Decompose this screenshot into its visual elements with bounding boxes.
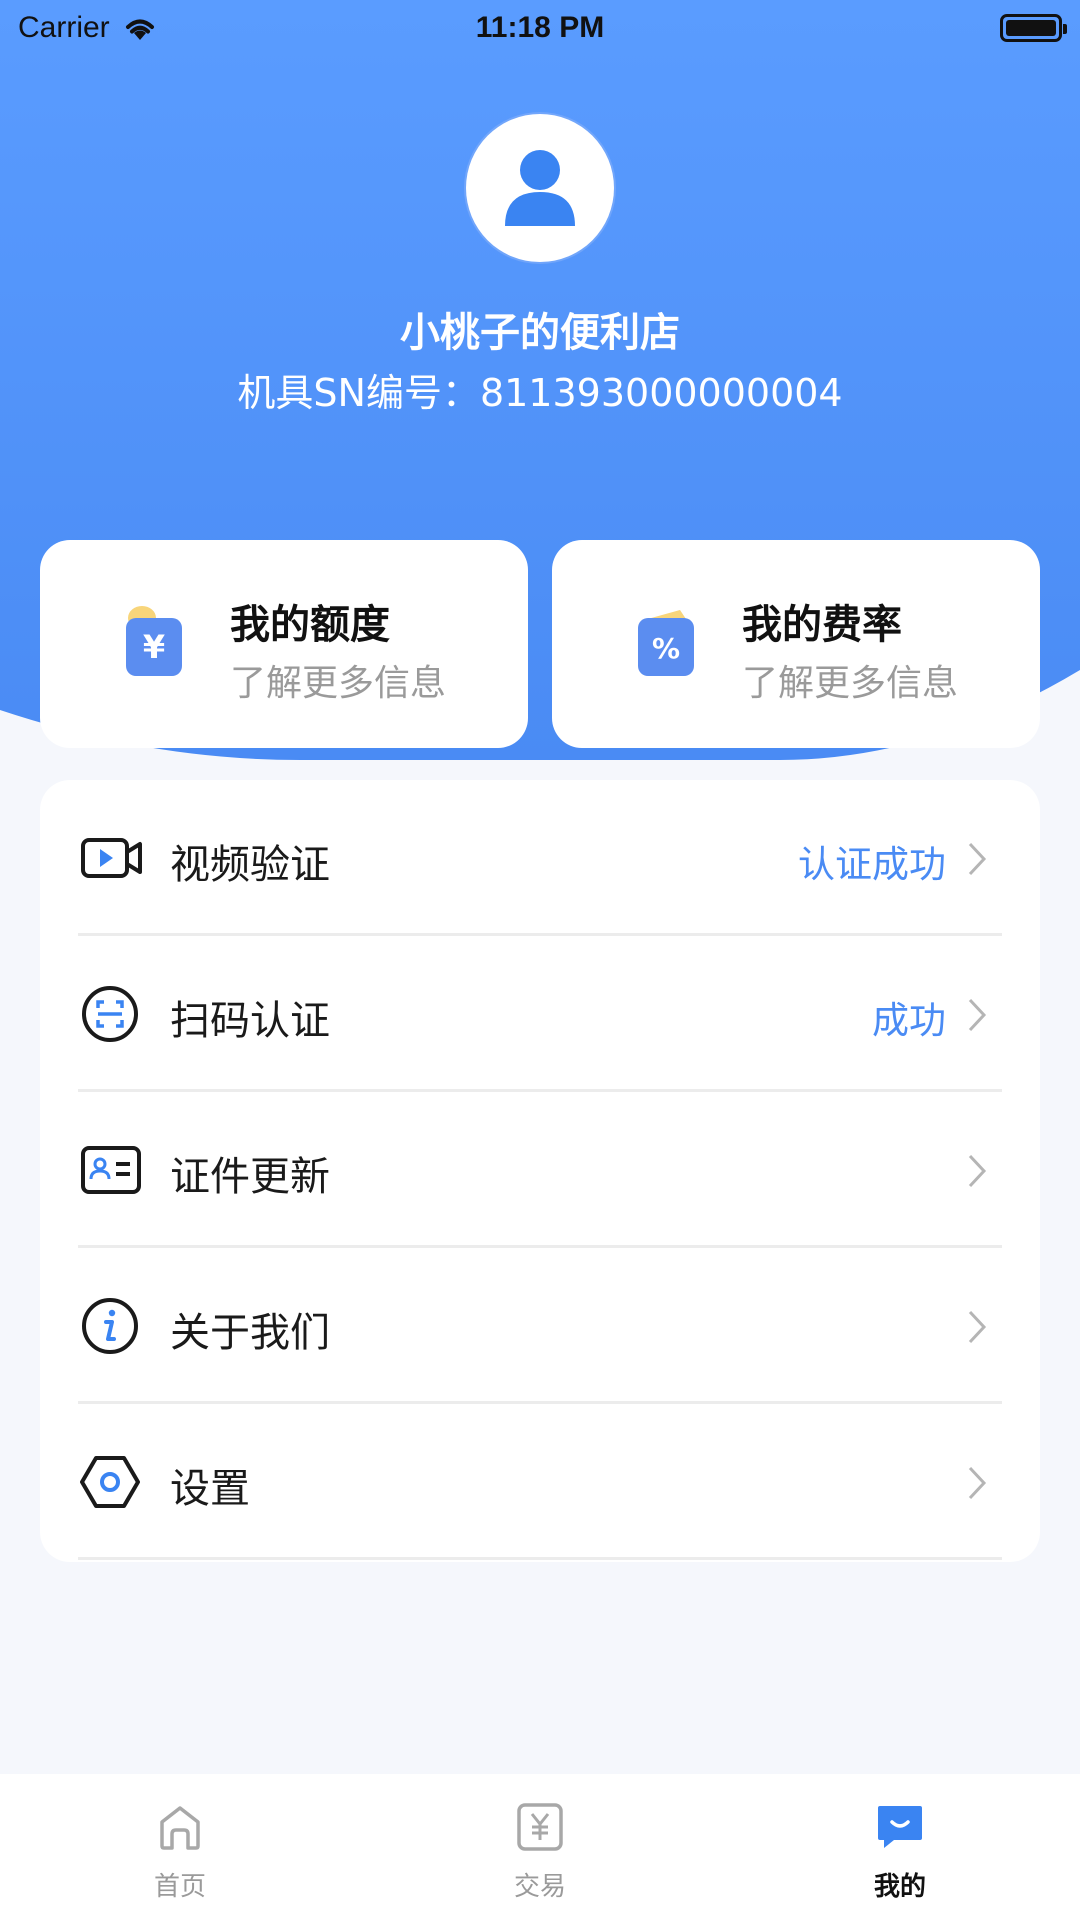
card-subtitle: 了解更多信息 bbox=[230, 663, 447, 704]
yuan-wallet-icon: ¥ bbox=[126, 606, 182, 676]
percent-wallet-icon: % bbox=[638, 610, 694, 676]
sn-label: 机具SN编号： bbox=[237, 371, 480, 415]
svg-text:%: % bbox=[652, 632, 680, 665]
tab-label: 首页 bbox=[153, 1872, 206, 1902]
rate-card[interactable]: % 我的费率 了解更多信息 bbox=[552, 540, 1040, 748]
video-icon bbox=[81, 838, 142, 878]
card-subtitle: 了解更多信息 bbox=[742, 663, 959, 704]
wifi-icon bbox=[125, 19, 154, 40]
tab-bar: 首页 交易 我的 bbox=[0, 1774, 1080, 1920]
yuan-icon bbox=[517, 1803, 563, 1851]
tab-mine[interactable]: 我的 bbox=[800, 1774, 1000, 1920]
clock: 11:18 PM bbox=[475, 11, 605, 44]
menu-item-id-update[interactable]: 证件更新 bbox=[40, 1092, 1040, 1248]
avatar[interactable] bbox=[466, 114, 614, 262]
carrier-label: Carrier bbox=[18, 11, 110, 44]
store-name: 小桃子的便利店 bbox=[400, 310, 680, 356]
card-title: 我的费率 bbox=[742, 602, 902, 648]
menu-list: 视频验证 认证成功 扫码认证 成功 证件更新 关于我们 设置 bbox=[40, 780, 1040, 1562]
menu-label: 证件更新 bbox=[170, 1154, 330, 1200]
tab-label: 我的 bbox=[873, 1872, 926, 1902]
menu-label: 关于我们 bbox=[170, 1310, 330, 1356]
status-text: 成功 bbox=[872, 999, 946, 1042]
tab-home[interactable]: 首页 bbox=[80, 1774, 280, 1920]
quota-card[interactable]: ¥ 我的额度 了解更多信息 bbox=[40, 540, 528, 748]
menu-item-video-verify[interactable]: 视频验证 认证成功 bbox=[40, 780, 1040, 936]
menu-label: 设置 bbox=[170, 1466, 250, 1512]
battery-icon bbox=[1000, 14, 1067, 42]
tab-label: 交易 bbox=[513, 1872, 566, 1902]
device-sn: 机具SN编号：811393000000004 bbox=[0, 362, 1080, 417]
divider bbox=[78, 1557, 1002, 1560]
scan-icon bbox=[82, 986, 138, 1042]
chevron-right-icon bbox=[968, 1154, 987, 1188]
menu-item-about-us[interactable]: 关于我们 bbox=[40, 1248, 1040, 1404]
chevron-right-icon bbox=[968, 998, 987, 1032]
home-icon bbox=[160, 1806, 200, 1850]
status-text: 认证成功 bbox=[798, 843, 946, 886]
chevron-right-icon bbox=[968, 1310, 987, 1344]
tab-transactions[interactable]: 交易 bbox=[440, 1774, 640, 1920]
card-title: 我的额度 bbox=[230, 602, 390, 648]
sn-value: 811393000000004 bbox=[479, 371, 843, 415]
settings-icon bbox=[80, 1456, 140, 1508]
status-bar: Carrier 11:18 PM bbox=[0, 0, 1080, 56]
menu-label: 扫码认证 bbox=[170, 998, 330, 1044]
info-icon bbox=[82, 1298, 138, 1354]
chevron-right-icon bbox=[968, 1466, 987, 1500]
menu-label: 视频验证 bbox=[170, 842, 330, 888]
chevron-right-icon bbox=[968, 842, 987, 876]
profile-chat-icon bbox=[878, 1806, 922, 1848]
user-icon bbox=[505, 150, 575, 226]
menu-item-scan-verify[interactable]: 扫码认证 成功 bbox=[40, 936, 1040, 1092]
menu-item-settings[interactable]: 设置 bbox=[40, 1404, 1040, 1560]
id-card-icon bbox=[81, 1146, 141, 1194]
svg-text:¥: ¥ bbox=[143, 628, 165, 666]
